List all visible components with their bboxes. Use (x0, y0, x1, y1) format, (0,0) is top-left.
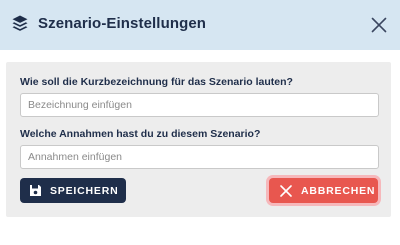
name-label: Wie soll die Kurzbezeichnung für das Sze… (20, 76, 293, 88)
assumptions-input[interactable] (20, 145, 379, 169)
close-icon (371, 17, 387, 33)
scenario-settings-dialog: Szenario-Einstellungen Wie soll die Kurz… (0, 0, 400, 245)
save-button[interactable]: SPEICHERN (20, 178, 126, 203)
save-icon (28, 184, 42, 198)
assumptions-label: Welche Annahmen hast du zu diesem Szenar… (20, 128, 261, 140)
close-button[interactable] (368, 14, 390, 36)
layers-icon (12, 14, 28, 32)
save-button-label: SPEICHERN (50, 184, 119, 197)
dialog-title: Szenario-Einstellungen (38, 15, 207, 32)
cancel-button-label: ABBRECHEN (301, 184, 376, 197)
close-icon (279, 184, 293, 198)
cancel-button[interactable]: ABBRECHEN (269, 178, 378, 203)
dialog-header: Szenario-Einstellungen (0, 0, 400, 50)
form-panel: Wie soll die Kurzbezeichnung für das Sze… (6, 62, 391, 217)
name-input[interactable] (20, 93, 379, 117)
